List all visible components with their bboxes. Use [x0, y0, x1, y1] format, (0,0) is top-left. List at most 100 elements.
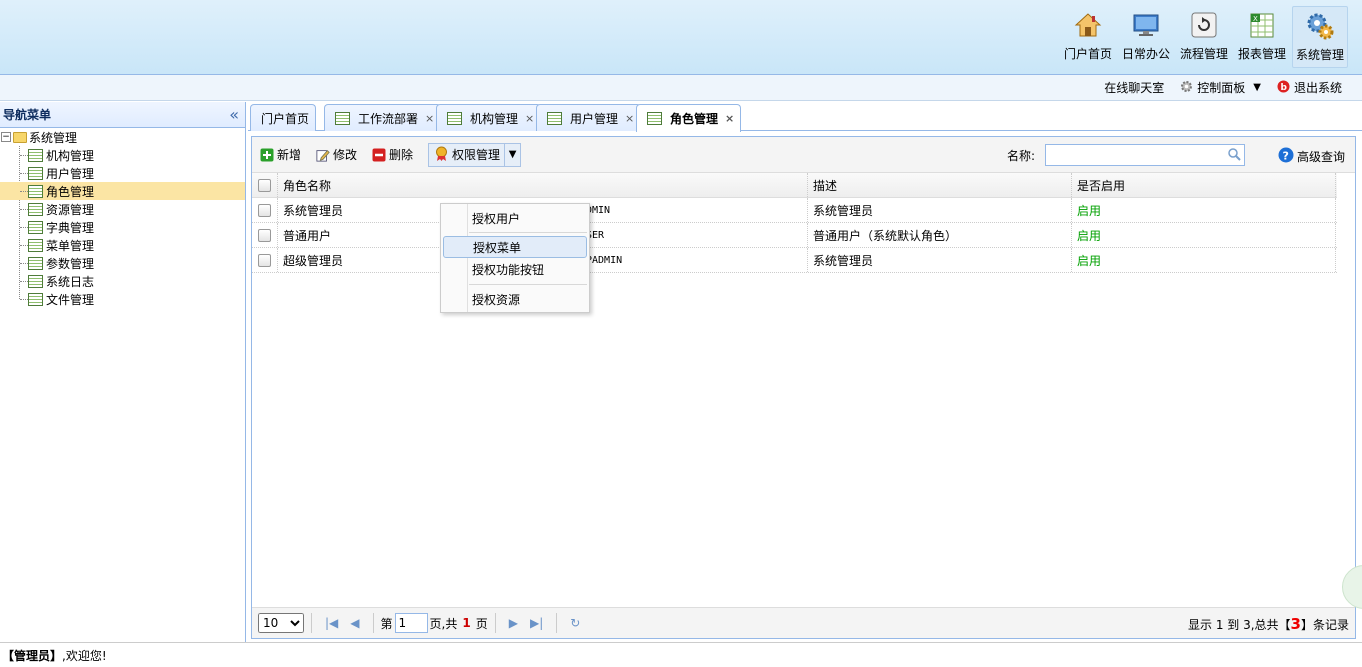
role-name: 超级管理员 [283, 253, 344, 268]
tab-org-management[interactable]: 机构管理 × [436, 104, 542, 131]
collapse-icon[interactable]: « [229, 105, 239, 124]
close-icon[interactable]: × [525, 112, 534, 125]
tab-portal-home[interactable]: 门户首页 [250, 104, 317, 131]
next-page-icon[interactable]: ▶ [509, 616, 518, 630]
record-info-suffix: 】条记录 [1300, 618, 1349, 632]
close-icon[interactable]: × [425, 112, 434, 125]
grid-header: 角色名称 描述 是否启用 [252, 173, 1337, 198]
tree-item-dictionary[interactable]: 字典管理 [0, 218, 245, 236]
table-row[interactable]: 普通用户 SER 普通用户（系统默认角色） 启用 [252, 223, 1337, 248]
tab-bar: 门户首页 工作流部署 × 机构管理 × 用户管理 × 角色管理 × [248, 102, 1362, 132]
sidebar-title: 导航菜单 [3, 108, 52, 122]
tree-item-logs[interactable]: 系统日志 [0, 272, 245, 290]
nav-workflow-label: 流程管理 [1179, 47, 1228, 61]
page-number-input[interactable] [394, 613, 428, 633]
permission-main[interactable]: 权限管理 [429, 146, 504, 164]
page-mid: 页,共 [429, 616, 458, 631]
close-icon[interactable]: × [725, 112, 734, 125]
logout-link[interactable]: b 退出系统 [1277, 79, 1342, 96]
permission-menu-button[interactable]: 权限管理 ▼ [428, 142, 522, 167]
nav-system[interactable]: 系统管理 [1292, 6, 1348, 68]
edit-button[interactable]: 修改 [316, 146, 357, 163]
role-code: PADMIN [586, 254, 623, 266]
page-icon [28, 274, 43, 288]
expander-icon[interactable]: − [1, 132, 11, 142]
current-user: 【管理员】 [2, 648, 63, 663]
gear-icon [1180, 80, 1193, 96]
tab-label: 机构管理 [470, 111, 519, 126]
nav-office-label: 日常办公 [1121, 47, 1170, 61]
advanced-search-button[interactable]: ? 高级查询 [1278, 147, 1345, 166]
folder-icon [13, 131, 27, 143]
col-enabled[interactable]: 是否启用 [1072, 173, 1336, 197]
col-description[interactable]: 描述 [808, 173, 1072, 197]
refresh-icon[interactable]: ↻ [570, 616, 580, 630]
record-info-prefix: 显示 1 到 3,总共【 [1188, 618, 1291, 632]
caret-down-icon[interactable]: ▼ [504, 143, 520, 166]
select-all-cell [252, 173, 278, 197]
permission-dropdown-menu: 授权用户 授权菜单 授权功能按钮 授权资源 [440, 203, 590, 313]
role-enabled: 启用 [1072, 248, 1336, 272]
svg-text:X: X [1253, 15, 1258, 23]
chat-room-link[interactable]: 在线聊天室 [1104, 79, 1164, 96]
page-total: 1 [462, 616, 471, 630]
top-nav: 门户首页 日常办公 流程管理 X 报表管理 系统管理 [1060, 6, 1348, 68]
search-area: 名称: [1007, 144, 1245, 166]
minus-icon [372, 148, 386, 162]
menu-item-authorize-buttons[interactable]: 授权功能按钮 [443, 258, 587, 280]
last-page-icon[interactable]: ▶| [530, 616, 543, 630]
svg-text:b: b [1280, 83, 1287, 93]
page-icon [547, 111, 562, 125]
advanced-search-label: 高级查询 [1296, 150, 1345, 164]
tree-item-label: 系统日志 [46, 274, 95, 289]
col-role-name[interactable]: 角色名称 [278, 173, 808, 197]
app-header: 门户首页 日常办公 流程管理 X 报表管理 系统管理 [0, 0, 1362, 75]
tree-item-users[interactable]: 用户管理 [0, 164, 245, 182]
tree-item-params[interactable]: 参数管理 [0, 254, 245, 272]
add-button[interactable]: 新增 [260, 146, 301, 163]
table-row[interactable]: 系统管理员 DMIN 系统管理员 启用 [252, 198, 1337, 223]
control-panel-menu[interactable]: 控制面板 ▼ [1180, 79, 1261, 96]
tree-item-menus[interactable]: 菜单管理 [0, 236, 245, 254]
page-size-select[interactable]: 10 [258, 613, 304, 633]
delete-button[interactable]: 删除 [372, 146, 413, 163]
logout-icon: b [1277, 80, 1290, 96]
tab-label: 门户首页 [261, 111, 310, 126]
close-icon[interactable]: × [625, 112, 634, 125]
tree-item-label: 资源管理 [46, 202, 95, 217]
row-checkbox[interactable] [258, 203, 271, 217]
tree-item-roles[interactable]: 角色管理 [0, 182, 245, 200]
pagination-bar: 10 |◀ ◀ 第 页,共 1 页 ▶ ▶| ↻ 显示 1 到 3,总共【3】条… [252, 607, 1355, 638]
status-footer: 【管理员】 ,欢迎您! [0, 642, 1362, 667]
tree-item-resources[interactable]: 资源管理 [0, 200, 245, 218]
nav-office[interactable]: 日常办公 [1118, 6, 1174, 68]
tab-user-management[interactable]: 用户管理 × [536, 104, 642, 131]
nav-system-label: 系统管理 [1295, 48, 1344, 62]
row-checkbox[interactable] [258, 228, 271, 242]
nav-reports[interactable]: X 报表管理 [1234, 6, 1290, 68]
table-row[interactable]: 超级管理员 PADMIN 系统管理员 启用 [252, 248, 1337, 273]
tree-item-org[interactable]: 机构管理 [0, 146, 245, 164]
select-all-checkbox[interactable] [258, 178, 271, 192]
prev-page-icon[interactable]: ◀ [350, 616, 359, 630]
search-icon[interactable] [1227, 147, 1241, 164]
menu-item-authorize-resources[interactable]: 授权资源 [443, 288, 587, 310]
name-search-field[interactable] [1045, 144, 1245, 166]
menu-item-authorize-users[interactable]: 授权用户 [443, 207, 587, 229]
home-icon [1073, 10, 1103, 40]
caret-down-icon: ▼ [1253, 82, 1261, 93]
name-search-input[interactable] [1046, 145, 1226, 165]
tab-workflow-deploy[interactable]: 工作流部署 × [324, 104, 442, 131]
first-page-icon[interactable]: |◀ [325, 616, 338, 630]
page-icon [335, 111, 350, 125]
plus-icon [260, 148, 274, 162]
tab-label: 工作流部署 [358, 111, 419, 126]
menu-item-authorize-menus[interactable]: 授权菜单 [443, 236, 587, 258]
tree-root-system[interactable]: − 系统管理 [0, 128, 245, 146]
nav-home[interactable]: 门户首页 [1060, 6, 1116, 68]
tree-item-files[interactable]: 文件管理 [0, 290, 245, 308]
sub-header: 在线聊天室 控制面板 ▼ b 退出系统 [0, 75, 1362, 101]
nav-workflow[interactable]: 流程管理 [1176, 6, 1232, 68]
row-checkbox[interactable] [258, 253, 271, 267]
tab-role-management[interactable]: 角色管理 × [636, 104, 742, 132]
